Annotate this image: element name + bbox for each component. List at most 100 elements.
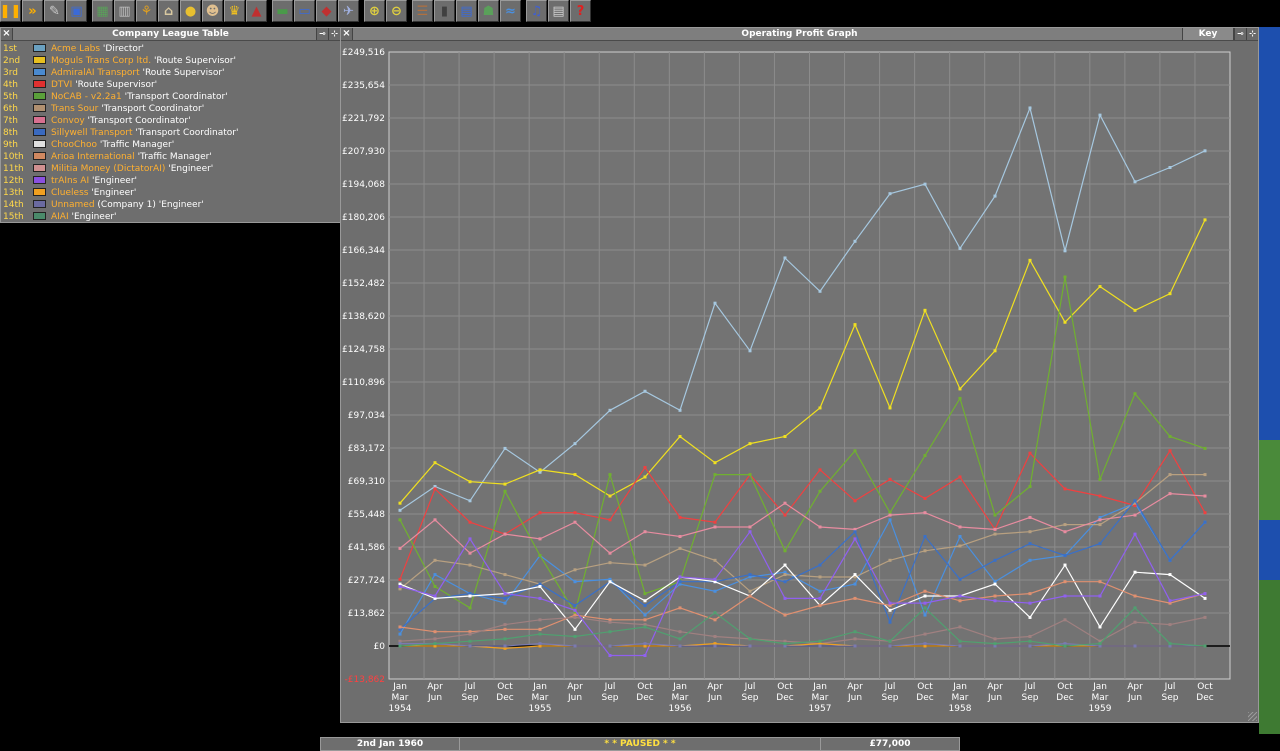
finances-button[interactable]: ● xyxy=(180,0,201,22)
company-button[interactable]: ☻ xyxy=(202,0,223,22)
music-icon: ♫ xyxy=(530,3,543,19)
data-point xyxy=(1168,623,1172,627)
x-tick-label: Jul xyxy=(1024,682,1036,692)
data-point xyxy=(503,482,507,486)
league-row[interactable]: 8th Sillywell Transport 'Transport Coordi… xyxy=(3,127,238,139)
data-point xyxy=(958,599,962,603)
data-point xyxy=(433,518,437,522)
x-tick-label: Mar xyxy=(952,693,969,703)
league-row[interactable]: 10th Arioa International 'Traffic Manager… xyxy=(3,151,212,163)
league-row[interactable]: 1st Acme Labs 'Director' xyxy=(3,43,144,55)
data-point xyxy=(818,596,822,600)
league-table-button[interactable]: ♛ xyxy=(224,0,245,22)
town-directory-button[interactable]: ▥ xyxy=(114,0,135,22)
data-point xyxy=(398,501,402,505)
sticky-icon[interactable]: ⊹ xyxy=(1246,28,1258,40)
aircraft-icon: ✈ xyxy=(343,3,354,19)
station-list-button[interactable]: ⌂ xyxy=(158,0,179,22)
trophy-icon: ♛ xyxy=(228,3,241,19)
league-row[interactable]: 3rd AdmiralAI Transport 'Route Supervisor… xyxy=(3,67,225,79)
rank-label: 5th xyxy=(3,92,18,102)
map-terrain-land[interactable] xyxy=(1259,440,1280,520)
music-button[interactable]: ♫ xyxy=(526,0,547,22)
build-railway-button[interactable]: ☰ xyxy=(412,0,433,22)
data-point xyxy=(1133,180,1137,184)
landscaping-button[interactable]: ☗ xyxy=(478,0,499,22)
aircraft-list-button[interactable]: ✈ xyxy=(338,0,359,22)
road-vehicle-list-button[interactable]: ▭ xyxy=(294,0,315,22)
data-point xyxy=(783,642,787,646)
key-button[interactable]: Key xyxy=(1182,28,1234,40)
data-point xyxy=(573,644,577,648)
league-row[interactable]: 15th AIAI 'Engineer' xyxy=(3,211,117,223)
graph-titlebar[interactable]: × Operating Profit Graph Key ⊸ ⊹ xyxy=(341,28,1258,41)
data-point xyxy=(888,601,892,605)
data-point xyxy=(818,406,822,410)
data-point xyxy=(468,563,472,567)
data-point xyxy=(923,308,927,312)
data-point xyxy=(1028,515,1032,519)
news-button[interactable]: ▤ xyxy=(548,0,569,22)
data-point xyxy=(643,563,647,567)
sticky-icon[interactable]: ⊹ xyxy=(328,28,340,40)
data-point xyxy=(853,537,857,541)
league-row[interactable]: 9th ChooChoo 'Traffic Manager' xyxy=(3,139,174,151)
pin-icon[interactable]: ⊸ xyxy=(316,28,328,40)
data-point xyxy=(643,599,647,603)
graphs-button[interactable]: ▲ xyxy=(246,0,267,22)
league-row[interactable]: 5th NoCAB - v2.2a1 'Transport Coordinator… xyxy=(3,91,228,103)
zoom-in-button[interactable]: ⊕ xyxy=(364,0,385,22)
data-point xyxy=(1168,435,1172,439)
data-point xyxy=(1133,570,1137,574)
company-color-icon xyxy=(33,80,46,88)
ship-list-button[interactable]: ◆ xyxy=(316,0,337,22)
help-button[interactable]: ? xyxy=(570,0,591,22)
railway-icon: ☰ xyxy=(416,3,429,19)
data-point xyxy=(958,534,962,538)
data-point xyxy=(1063,618,1067,622)
league-row[interactable]: 12th trAIns AI 'Engineer' xyxy=(3,175,137,187)
resize-grip-icon[interactable] xyxy=(1248,712,1257,721)
data-point xyxy=(1133,620,1137,624)
data-point xyxy=(888,518,892,522)
close-icon[interactable]: × xyxy=(341,28,353,40)
y-tick-label: £152,482 xyxy=(342,279,385,289)
close-icon[interactable]: × xyxy=(1,28,13,40)
build-tram-button[interactable]: ▤ xyxy=(456,0,477,22)
fast-forward-button[interactable]: » xyxy=(22,0,43,22)
league-titlebar[interactable]: × Company League Table ⊸ ⊹ xyxy=(1,28,340,41)
y-tick-label: £221,792 xyxy=(342,114,385,124)
build-road-button[interactable]: ▮ xyxy=(434,0,455,22)
train-list-button[interactable]: ▬ xyxy=(272,0,293,22)
data-point xyxy=(573,511,577,515)
data-point xyxy=(503,532,507,536)
subsidies-button[interactable]: ⚘ xyxy=(136,0,157,22)
data-point xyxy=(433,584,437,588)
zoom-out-button[interactable]: ⊖ xyxy=(386,0,407,22)
question-mark-icon: ? xyxy=(576,3,585,19)
x-tick-label: Jan xyxy=(672,682,687,692)
pause-button[interactable]: ❚❚ xyxy=(0,0,21,22)
data-point xyxy=(468,520,472,524)
map-terrain-land[interactable] xyxy=(1259,580,1280,734)
map-button[interactable]: ▦ xyxy=(92,0,113,22)
league-row[interactable]: 4th DTVI 'Route Supervisor' xyxy=(3,79,157,91)
settings-button[interactable]: ✎ xyxy=(44,0,65,22)
league-row[interactable]: 11th Militia Money (DictatorAI) 'Engineer… xyxy=(3,163,213,175)
tram-icon: ▤ xyxy=(460,3,473,19)
data-point xyxy=(923,594,927,598)
league-row[interactable]: 7th Convoy 'Transport Coordinator' xyxy=(3,115,191,127)
league-row[interactable]: 13th Clueless 'Engineer' xyxy=(3,187,136,199)
company-color-icon xyxy=(33,200,46,208)
rank-label: 9th xyxy=(3,140,18,150)
x-tick-label: Dec xyxy=(776,693,793,703)
data-point xyxy=(573,615,577,619)
save-button[interactable]: ▣ xyxy=(66,0,87,22)
build-waterways-button[interactable]: ≈ xyxy=(500,0,521,22)
y-tick-label: £249,516 xyxy=(342,48,385,58)
league-row[interactable]: 2nd Moguls Trans Corp ltd. 'Route Supervi… xyxy=(3,55,236,67)
data-point xyxy=(713,618,717,622)
league-row[interactable]: 14th Unnamed (Company 1) 'Engineer' xyxy=(3,199,204,211)
pin-icon[interactable]: ⊸ xyxy=(1234,28,1246,40)
league-row[interactable]: 6th Trans Sour 'Transport Coordinator' xyxy=(3,103,204,115)
